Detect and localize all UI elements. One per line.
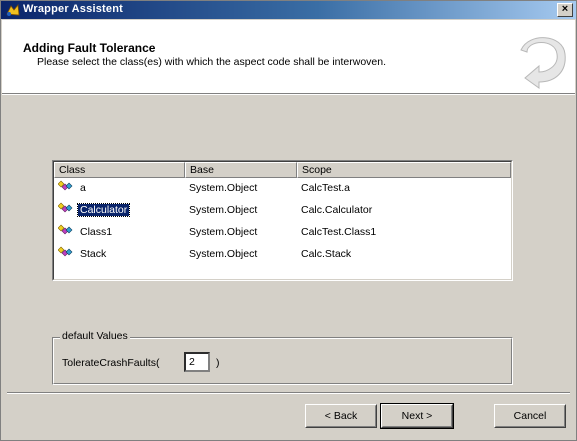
class-name: Calculator (76, 203, 131, 217)
class-icon (58, 180, 73, 191)
cancel-button[interactable]: Cancel (494, 404, 566, 428)
class-row-a[interactable]: a System.Object CalcTest.a (54, 178, 511, 200)
app-icon (6, 3, 20, 16)
wizard-window: Wrapper Assistent × Adding Fault Toleran… (0, 0, 577, 441)
column-headers: Class Base Scope (54, 162, 511, 178)
column-header-base[interactable]: Base (185, 162, 297, 178)
window-title: Wrapper Assistent (23, 3, 123, 15)
class-row-calculator[interactable]: Calculator System.Object Calc.Calculator (54, 200, 511, 222)
class-base: System.Object (189, 182, 258, 194)
class-icon (58, 202, 73, 213)
class-icon (58, 246, 73, 257)
group-legend: default Values (60, 330, 130, 342)
class-name: a (80, 182, 86, 194)
class-name: Class1 (80, 226, 113, 238)
close-icon: × (561, 3, 569, 15)
column-header-scope[interactable]: Scope (297, 162, 511, 178)
class-scope: CalcTest.a (301, 182, 351, 194)
back-button[interactable]: < Back (305, 404, 377, 428)
page-subtitle: Please select the class(es) with which t… (37, 56, 387, 68)
class-icon (58, 224, 73, 235)
class-name: Stack (80, 248, 107, 260)
default-values-group: default Values TolerateCrashFaults( ) (52, 330, 513, 385)
tolerate-crash-faults-suffix: ) (216, 357, 220, 369)
close-button[interactable]: × (557, 3, 573, 17)
class-base: System.Object (189, 204, 258, 216)
wizard-arrow-icon (520, 37, 566, 89)
class-base: System.Object (189, 248, 258, 260)
class-base: System.Object (189, 226, 258, 238)
class-row-stack[interactable]: Stack System.Object Calc.Stack (54, 244, 511, 266)
class-list[interactable]: Class Base Scope a System.Object CalcTes… (52, 160, 513, 281)
next-button[interactable]: Next > (380, 403, 454, 429)
header-divider (2, 94, 575, 95)
column-header-class[interactable]: Class (54, 162, 185, 178)
class-row-class1[interactable]: Class1 System.Object CalcTest.Class1 (54, 222, 511, 244)
title-bar[interactable]: Wrapper Assistent × (1, 1, 576, 19)
class-scope: Calc.Calculator (301, 204, 373, 216)
class-scope: Calc.Stack (301, 248, 352, 260)
wizard-header: Adding Fault Tolerance Please select the… (2, 20, 575, 94)
tolerate-crash-faults-input[interactable] (184, 352, 210, 372)
class-scope: CalcTest.Class1 (301, 226, 377, 238)
page-title: Adding Fault Tolerance (23, 41, 156, 55)
tolerate-crash-faults-label: TolerateCrashFaults( (62, 357, 160, 369)
